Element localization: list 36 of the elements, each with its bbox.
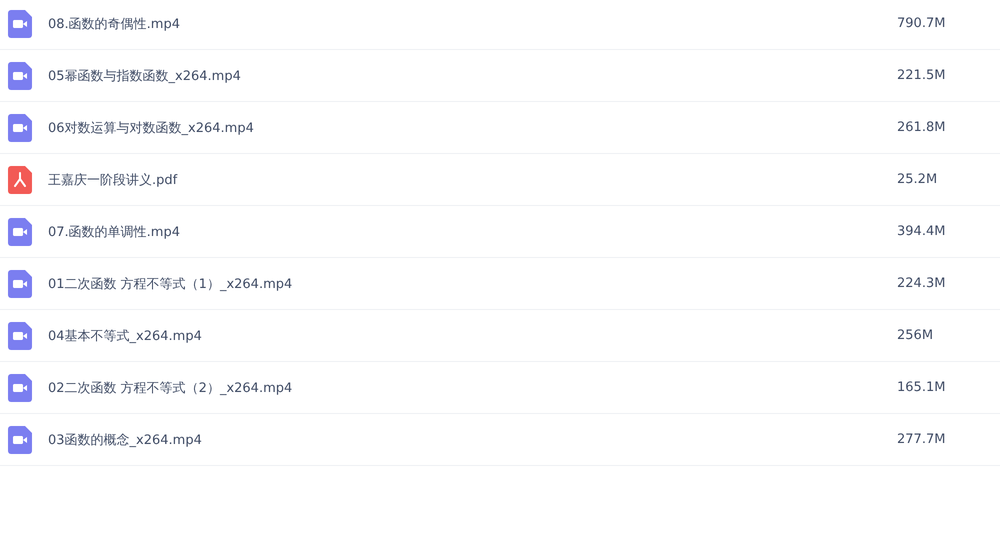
file-size: 394.4M — [897, 224, 946, 239]
file-row[interactable]: 01二次函数 方程不等式（1）_x264.mp4 224.3M — [0, 258, 1000, 310]
video-file-icon — [8, 322, 32, 350]
file-name: 08.函数的奇偶性.mp4 — [48, 16, 181, 32]
file-row[interactable]: 03函数的概念_x264.mp4 277.7M — [0, 414, 1000, 466]
video-file-icon — [8, 62, 32, 90]
file-name: 07.函数的单调性.mp4 — [48, 224, 181, 240]
file-size: 221.5M — [897, 68, 946, 83]
file-name: 04基本不等式_x264.mp4 — [48, 328, 203, 344]
video-file-icon — [8, 10, 32, 38]
file-row[interactable]: 05幂函数与指数函数_x264.mp4 221.5M — [0, 50, 1000, 102]
video-file-icon — [8, 114, 32, 142]
file-size: 224.3M — [897, 276, 946, 291]
file-row[interactable]: 04基本不等式_x264.mp4 256M — [0, 310, 1000, 362]
video-file-icon — [8, 270, 32, 298]
file-row[interactable]: 06对数运算与对数函数_x264.mp4 261.8M — [0, 102, 1000, 154]
file-name: 01二次函数 方程不等式（1）_x264.mp4 — [48, 276, 294, 292]
file-size: 25.2M — [897, 172, 938, 187]
file-row[interactable]: 08.函数的奇偶性.mp4 790.7M — [0, 0, 1000, 50]
video-file-icon — [8, 218, 32, 246]
file-size: 165.1M — [897, 380, 946, 395]
file-size: 256M — [897, 328, 934, 343]
file-name: 06对数运算与对数函数_x264.mp4 — [48, 120, 255, 136]
file-size: 277.7M — [897, 432, 946, 447]
file-row[interactable]: 王嘉庆一阶段讲义.pdf 25.2M — [0, 154, 1000, 206]
file-row[interactable]: 07.函数的单调性.mp4 394.4M — [0, 206, 1000, 258]
file-name: 05幂函数与指数函数_x264.mp4 — [48, 68, 242, 84]
file-name: 03函数的概念_x264.mp4 — [48, 432, 203, 448]
video-file-icon — [8, 426, 32, 454]
file-name: 王嘉庆一阶段讲义.pdf — [48, 172, 178, 188]
video-file-icon — [8, 374, 32, 402]
file-name: 02二次函数 方程不等式（2）_x264.mp4 — [48, 380, 294, 396]
file-row[interactable]: 02二次函数 方程不等式（2）_x264.mp4 165.1M — [0, 362, 1000, 414]
pdf-file-icon — [8, 166, 32, 194]
file-size: 261.8M — [897, 120, 946, 135]
file-size: 790.7M — [897, 16, 946, 31]
